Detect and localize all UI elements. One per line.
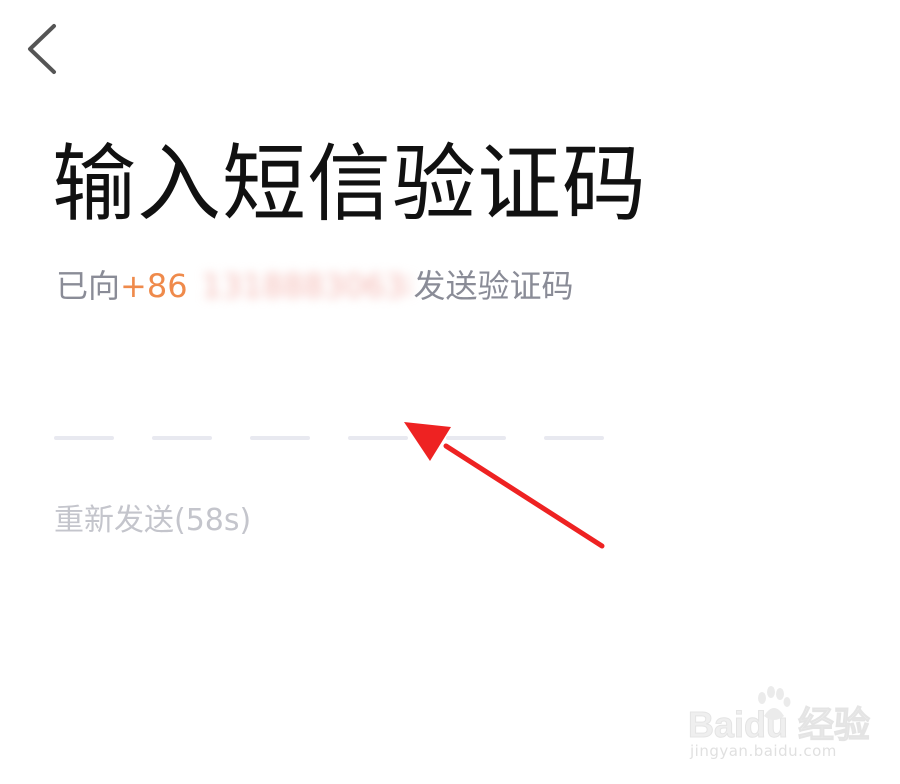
code-slot-3[interactable] (250, 436, 310, 440)
code-slot-4[interactable] (348, 436, 408, 440)
phone-number: 13188830638 (201, 267, 410, 305)
baidu-jingyan-watermark: Baidu 经验 jingyan.baidu.com (687, 686, 871, 770)
country-code: +86 (120, 267, 188, 305)
code-slot-6[interactable] (544, 436, 604, 440)
code-slot-2[interactable] (152, 436, 212, 440)
resend-countdown: 重新发送(58s) (54, 503, 252, 538)
watermark-url: jingyan.baidu.com (690, 742, 837, 760)
red-arrow-annotation (404, 422, 605, 549)
chevron-left-icon (28, 24, 56, 74)
code-slot-1[interactable] (54, 436, 114, 440)
paw-icon (758, 686, 791, 720)
back-button[interactable] (20, 20, 70, 80)
subtitle-prefix: 已向 (56, 267, 121, 305)
code-slot-5[interactable] (446, 436, 506, 440)
subtitle-suffix: 发送验证码 (413, 267, 574, 305)
sent-to-text: 已向+86 13188830638发送验证码 (56, 262, 574, 310)
code-input[interactable] (54, 436, 604, 440)
page-title: 输入短信验证码 (52, 135, 648, 233)
sms-verification-screen: 输入短信验证码 已向+86 13188830638发送验证码 重新发送(58s) … (0, 0, 900, 784)
